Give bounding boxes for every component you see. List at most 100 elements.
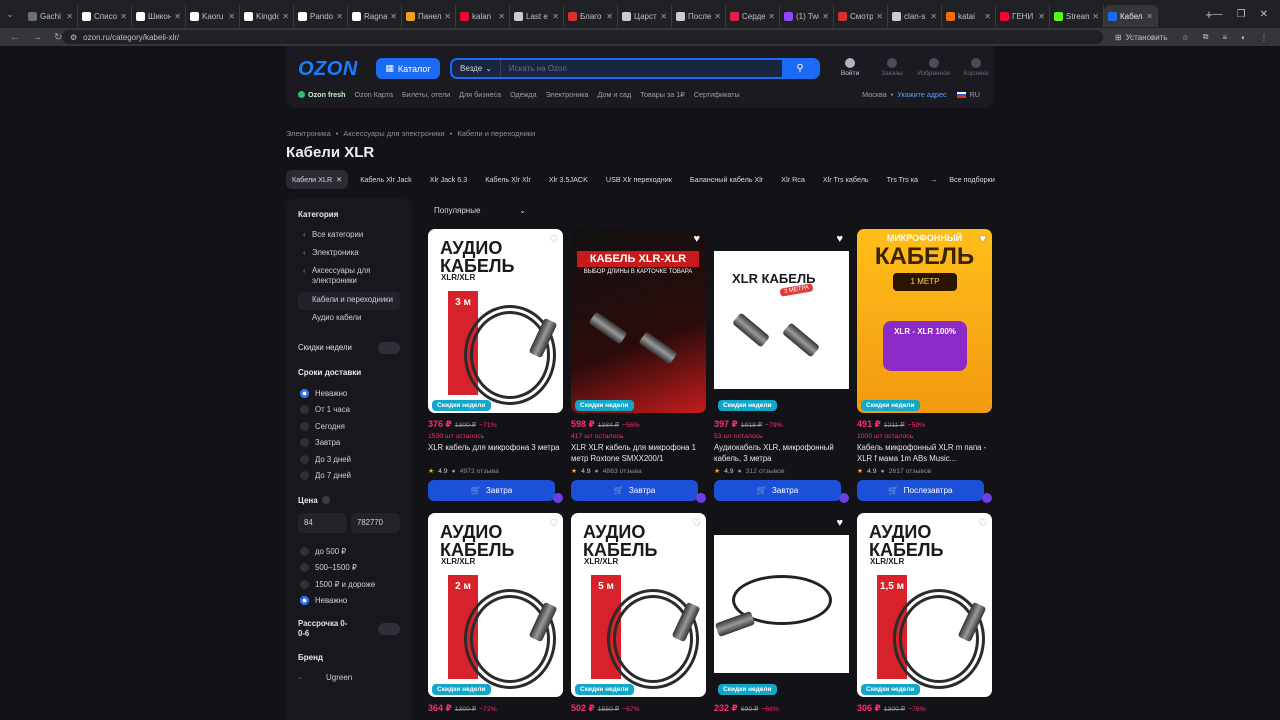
product-card[interactable]: КАБЕЛЬ XLR-XLR ВЫБОР ДЛИНЫ В КАРТОЧКЕ ТОВ… <box>571 229 706 503</box>
arrow-right-icon[interactable]: → <box>930 170 937 189</box>
browser-tab[interactable]: Панел ✕ <box>402 5 456 27</box>
delivery-option[interactable]: Сегодня <box>298 418 400 435</box>
header-box-button[interactable]: Заказы <box>876 58 908 77</box>
product-image[interactable]: АУДИО КАБЕЛЬ XLR/XLR 1,5 м ♥ Скидки недели <box>857 513 992 697</box>
tab-close-icon[interactable]: ✕ <box>768 12 775 21</box>
installment-filter[interactable]: Рассрочка 0-0-6 <box>298 619 400 639</box>
category-link[interactable]: ‹ Аксессуары для электроники <box>298 263 400 291</box>
info-icon[interactable] <box>321 496 330 505</box>
browser-tab[interactable]: Благо ✕ <box>564 5 618 27</box>
header-heart-button[interactable]: Избранное <box>918 58 950 77</box>
favorite-heart-icon[interactable]: ♥ <box>979 517 986 529</box>
flag-icon[interactable] <box>956 91 966 98</box>
product-image[interactable]: КАБЕЛЬ XLR-XLR ВЫБОР ДЛИНЫ В КАРТОЧКЕ ТОВ… <box>571 229 706 413</box>
filter-chip[interactable]: Trs Trs ка <box>881 170 924 189</box>
tab-close-icon[interactable]: ✕ <box>822 12 829 21</box>
tab-close-icon[interactable]: ✕ <box>714 12 721 21</box>
add-to-cart-button[interactable]: 🛒 Завтра <box>428 480 563 503</box>
header-cart-button[interactable]: Корзина <box>960 58 992 77</box>
product-card[interactable]: АУДИО КАБЕЛЬ XLR/XLR 3 м ♥ Скидки недели 376 … <box>428 229 563 503</box>
breadcrumb-link[interactable]: Электроника <box>286 129 331 138</box>
filter-chip[interactable]: Xlr Jack 6.3 <box>424 170 474 189</box>
product-card[interactable]: АУДИО КАБЕЛЬ XLR/XLR 5 м ♥ Скидки недели 502 … <box>571 513 706 714</box>
address-link[interactable]: Укажите адрес <box>897 90 946 99</box>
close-icon[interactable]: ✕ <box>336 175 342 184</box>
brand-option[interactable]: ▭ Ugreen <box>298 670 400 684</box>
product-image[interactable]: АУДИО КАБЕЛЬ XLR/XLR 3 м ♥ Скидки недели <box>428 229 563 413</box>
filter-chip[interactable]: Балансный кабель Xlr <box>684 170 769 189</box>
browser-tab[interactable]: Last e ✕ <box>510 5 564 27</box>
tab-close-icon[interactable]: ✕ <box>552 12 559 21</box>
tab-close-icon[interactable]: ✕ <box>120 12 127 21</box>
back-icon[interactable]: ← <box>10 32 20 43</box>
product-name[interactable]: XLR кабель для микрофона 3 метра <box>428 443 563 464</box>
filter-chip[interactable]: Xlr 3.5JACK <box>543 170 594 189</box>
bookmark-icon[interactable]: ☆ <box>1182 33 1189 42</box>
product-card[interactable]: АУДИО КАБЕЛЬ XLR/XLR 2 м ♥ Скидки недели 364 … <box>428 513 563 714</box>
restore-icon[interactable]: ❐ <box>1237 9 1246 20</box>
price-range-option[interactable]: Неважно <box>298 592 400 609</box>
filter-chip[interactable]: Все подборки <box>943 170 1001 189</box>
browser-tab[interactable]: (1) Twi ✕ <box>780 5 834 27</box>
product-card[interactable]: XLR КАБЕЛЬ 3 МЕТРА ♥ Скидки недели 397 ₽1918… <box>714 229 849 503</box>
price-range-option[interactable]: до 500 ₽ <box>298 543 400 560</box>
browser-tab[interactable]: Ragna ✕ <box>348 5 402 27</box>
browser-tab[interactable]: kalan ✕ <box>456 5 510 27</box>
browser-tab[interactable]: Кабел ✕ <box>1104 5 1158 27</box>
browser-tab[interactable]: Шикон ✕ <box>132 5 186 27</box>
search-scope-select[interactable]: Везде ⌄ <box>452 60 501 77</box>
browser-tab[interactable]: Gachi ✕ <box>24 5 78 27</box>
price-range-option[interactable]: 500–1500 ₽ <box>298 559 400 576</box>
subnav-link[interactable]: Дом и сад <box>598 90 632 99</box>
product-name[interactable]: Аудиокабель XLR, микрофонный кабель, 3 м… <box>714 443 849 464</box>
browser-tab[interactable]: Серде ✕ <box>726 5 780 27</box>
week-deals-toggle[interactable] <box>378 341 400 354</box>
tab-close-icon[interactable]: ✕ <box>444 12 451 21</box>
installment-toggle[interactable] <box>378 622 400 635</box>
favorite-heart-icon[interactable]: ♥ <box>693 517 700 529</box>
subnav-link[interactable]: Товары за 1₽ <box>640 90 685 99</box>
product-image[interactable]: МИКРОФОННЫЙ КАБЕЛЬ 1 МЕТР XLR - XLR 100% ♥ Ск… <box>857 229 992 413</box>
breadcrumb-link[interactable]: Кабели и переходники <box>457 129 535 138</box>
browser-tab[interactable]: Смотр ✕ <box>834 5 888 27</box>
tab-close-icon[interactable]: ✕ <box>1146 12 1153 21</box>
subnav-link[interactable]: Билеты, отели <box>402 90 450 99</box>
week-deals-filter[interactable]: Скидки недели <box>298 341 400 354</box>
catalog-button[interactable]: ▦ Каталог <box>376 58 440 79</box>
tab-close-icon[interactable]: ✕ <box>174 12 181 21</box>
browser-tab[interactable]: После ✕ <box>672 5 726 27</box>
add-to-cart-button[interactable]: 🛒 Завтра <box>571 480 706 503</box>
subnav-link[interactable]: Сертификаты <box>694 90 740 99</box>
product-name[interactable]: Кабель микрофонный XLR m папа - XLR f ма… <box>857 443 992 464</box>
delivery-option[interactable]: До 3 дней <box>298 451 400 468</box>
filter-chip[interactable]: Кабель Xlr Jack <box>354 170 417 189</box>
subnav-link[interactable]: Электроника <box>546 90 589 99</box>
favorite-heart-icon[interactable]: ♥ <box>550 233 557 245</box>
header-user-button[interactable]: Войти <box>834 58 866 77</box>
category-link[interactable]: ‹ Электроника <box>298 245 400 263</box>
extensions-icon[interactable]: ⧉ <box>1203 32 1209 42</box>
filter-chip[interactable]: Кабели XLR ✕ <box>286 170 349 189</box>
product-card[interactable]: АУДИО КАБЕЛЬ XLR/XLR 1,5 м ♥ Скидки недели 30… <box>857 513 992 714</box>
subnav-link[interactable]: Одежда <box>510 90 537 99</box>
browser-tab[interactable]: Pando ✕ <box>294 5 348 27</box>
close-window-icon[interactable]: ✕ <box>1260 9 1268 20</box>
product-image[interactable]: АУДИО КАБЕЛЬ XLR/XLR 5 м ♥ Скидки недели <box>571 513 706 697</box>
delivery-option[interactable]: От 1 часа <box>298 401 400 418</box>
filter-chip[interactable]: USB Xlr переходник <box>600 170 678 189</box>
category-link[interactable]: Аудио кабели <box>298 310 400 328</box>
breadcrumb-link[interactable]: Аксессуары для электроники <box>343 129 444 138</box>
tab-close-icon[interactable]: ✕ <box>66 12 73 21</box>
search-button[interactable]: ⚲ <box>782 60 818 77</box>
sort-select[interactable]: Популярные ⌄ <box>426 201 534 219</box>
product-image[interactable]: ♥ Скидки недели <box>714 513 849 697</box>
browser-tab[interactable]: katai ✕ <box>942 5 996 27</box>
subnav-link[interactable]: Для бизнеса <box>459 90 501 99</box>
browser-tab[interactable]: Kingdo ✕ <box>240 5 294 27</box>
lang-label[interactable]: RU <box>970 90 980 99</box>
favorite-heart-icon[interactable]: ♥ <box>550 517 557 529</box>
forward-icon[interactable]: → <box>32 32 42 43</box>
tab-close-icon[interactable]: ✕ <box>390 12 397 21</box>
site-info-icon[interactable]: ⚙ <box>70 33 77 42</box>
ozon-logo[interactable]: OZON <box>298 58 358 81</box>
